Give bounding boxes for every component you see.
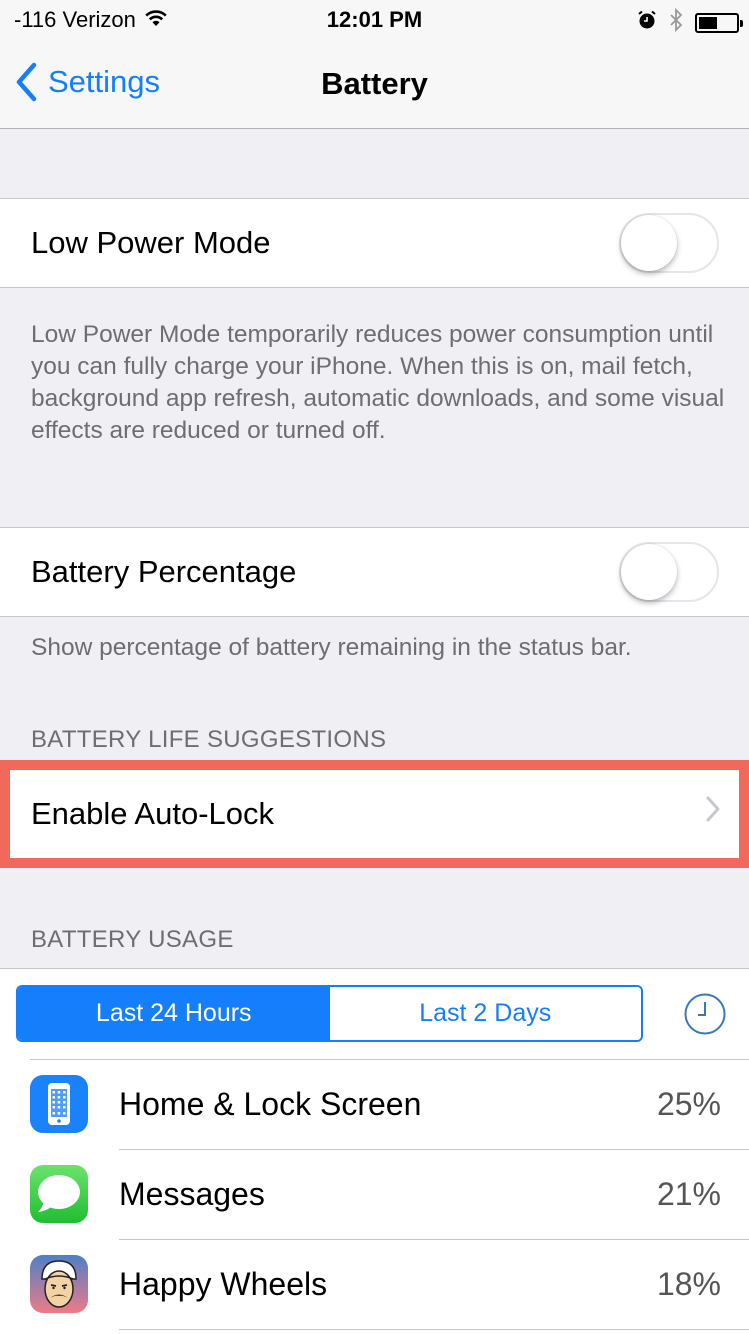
alarm-icon (637, 10, 657, 35)
app-percent: 18% (656, 1266, 721, 1302)
page-title: Battery (321, 66, 428, 101)
low-power-mode-label: Low Power Mode (31, 225, 271, 260)
segment-last-2-days[interactable]: Last 2 Days (329, 987, 641, 1040)
happy-wheels-icon (30, 1255, 88, 1313)
status-bar: -116 Verizon 12:01 PM (0, 0, 749, 40)
status-icons (637, 7, 743, 37)
messages-icon (30, 1165, 88, 1223)
low-power-mode-toggle[interactable] (619, 213, 719, 273)
battery-icon (695, 12, 743, 33)
battery-percentage-description: Show percentage of battery remaining in … (31, 634, 632, 661)
enable-auto-lock-row[interactable]: Enable Auto-Lock (0, 767, 749, 861)
app-name: Home & Lock Screen (119, 1086, 422, 1122)
chevron-right-icon (706, 796, 720, 822)
separator (119, 1329, 749, 1330)
app-percent: 21% (656, 1176, 721, 1212)
app-name: Messages (119, 1176, 265, 1212)
usage-row-messages[interactable]: Messages 21% (0, 1150, 749, 1240)
navigation-bar: -116 Verizon 12:01 PM Settings Battery (0, 0, 749, 129)
clock-icon (684, 993, 726, 1035)
app-name: Happy Wheels (119, 1266, 328, 1302)
enable-auto-lock-label: Enable Auto-Lock (31, 796, 275, 831)
usage-period-segmented-control: Last 24 Hours Last 2 Days (16, 985, 643, 1042)
usage-row-happy-wheels[interactable]: Happy Wheels 18% (0, 1240, 749, 1330)
battery-percentage-row: Battery Percentage (0, 527, 749, 617)
low-power-mode-row: Low Power Mode (0, 198, 749, 288)
battery-percentage-toggle[interactable] (619, 542, 719, 602)
usage-row-home-lock-screen[interactable]: Home & Lock Screen 25% (0, 1060, 749, 1150)
suggestions-section-header: BATTERY LIFE SUGGESTIONS (31, 726, 387, 753)
bluetooth-icon (669, 7, 683, 37)
battery-tip (740, 19, 743, 27)
segment-last-24-hours[interactable]: Last 24 Hours (18, 987, 330, 1040)
toggle-knob (621, 215, 677, 271)
low-power-mode-description: Low Power Mode temporarily reduces power… (31, 321, 725, 444)
battery-level-fill (699, 16, 717, 29)
toggle-knob (621, 544, 677, 600)
battery-usage-section-header: BATTERY USAGE (31, 926, 234, 953)
usage-time-toggle-button[interactable] (683, 992, 727, 1041)
battery-percentage-label: Battery Percentage (31, 554, 297, 589)
app-percent: 25% (656, 1086, 721, 1122)
home-lock-screen-icon (30, 1075, 88, 1133)
